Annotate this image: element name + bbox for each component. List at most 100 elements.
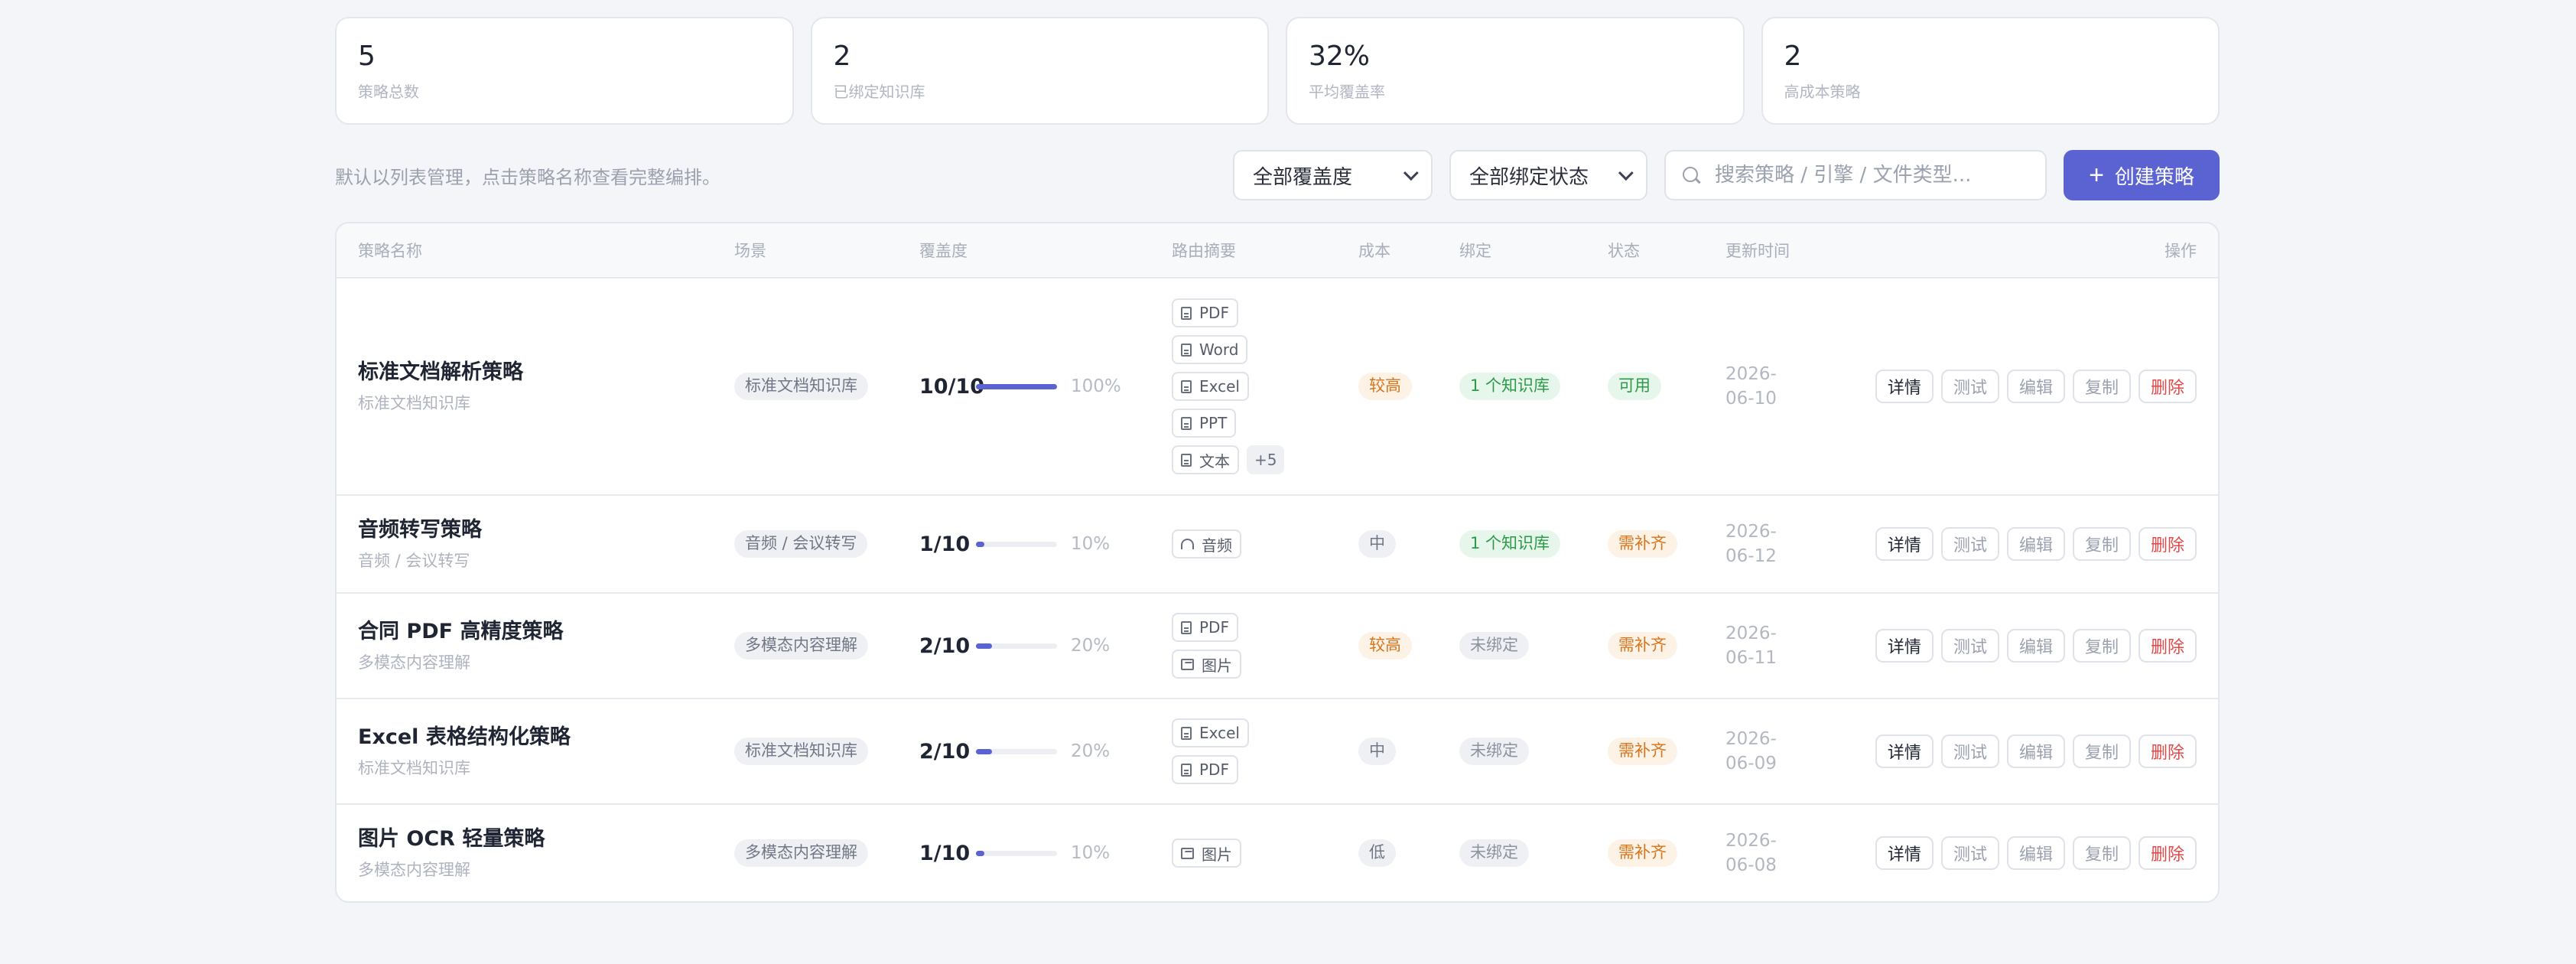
date-month-day: 06-12 bbox=[1725, 546, 1777, 566]
strategy-name-link[interactable]: Excel 表格结构化策略 bbox=[358, 724, 734, 751]
search-box[interactable] bbox=[1664, 150, 2047, 200]
date-year: 2026- bbox=[1725, 831, 1777, 851]
date-year: 2026- bbox=[1725, 624, 1777, 643]
coverage-count: 10/10 bbox=[919, 374, 985, 399]
date-month-day: 06-11 bbox=[1725, 648, 1777, 668]
detail-button[interactable]: 详情 bbox=[1875, 527, 1934, 561]
route-tag-label: PDF bbox=[1199, 760, 1229, 779]
date-year: 2026- bbox=[1725, 729, 1777, 749]
detail-button[interactable]: 详情 bbox=[1875, 370, 1934, 403]
test-button[interactable]: 测试 bbox=[1940, 370, 1999, 403]
test-button[interactable]: 测试 bbox=[1940, 527, 1999, 561]
stat-high-cost: 2 高成本策略 bbox=[1761, 17, 2220, 125]
route-tag: PDF bbox=[1172, 298, 1238, 327]
binding-select[interactable]: 全部绑定状态 bbox=[1449, 150, 1647, 200]
coverage-count: 1/10 bbox=[919, 532, 971, 556]
date-year: 2026- bbox=[1725, 364, 1777, 384]
table-row: 音频转写策略 音频 / 会议转写 音频 / 会议转写 1/10 10% 音频 中… bbox=[337, 496, 2218, 594]
cost-badge: 中 bbox=[1358, 530, 1396, 558]
create-strategy-label: 创建策略 bbox=[2114, 164, 2194, 188]
detail-button[interactable]: 详情 bbox=[1875, 836, 1934, 870]
cost-badge: 中 bbox=[1358, 738, 1396, 765]
binding-select-value: 全部绑定状态 bbox=[1469, 165, 1589, 189]
copy-button[interactable]: 复制 bbox=[2072, 527, 2131, 561]
route-tag: Excel bbox=[1172, 372, 1249, 401]
strategy-name-link[interactable]: 音频转写策略 bbox=[358, 516, 734, 544]
coverage-percent: 20% bbox=[1071, 741, 1111, 761]
stat-avg-coverage: 32% 平均覆盖率 bbox=[1286, 17, 1745, 125]
stats-row: 5 策略总数 2 已绑定知识库 32% 平均覆盖率 2 高成本策略 bbox=[335, 17, 2220, 125]
binding-badge: 1 个知识库 bbox=[1459, 373, 1561, 400]
edit-button[interactable]: 编辑 bbox=[2006, 629, 2065, 663]
header-route: 路由摘要 bbox=[1172, 242, 1236, 260]
date-year: 2026- bbox=[1725, 522, 1777, 542]
stat-value: 32% bbox=[1309, 41, 1371, 72]
file-icon bbox=[1181, 343, 1192, 357]
test-button[interactable]: 测试 bbox=[1940, 629, 1999, 663]
delete-button[interactable]: 删除 bbox=[2138, 370, 2197, 403]
route-tag-label: 音频 bbox=[1202, 536, 1232, 555]
detail-button[interactable]: 详情 bbox=[1875, 629, 1934, 663]
coverage-percent: 10% bbox=[1071, 843, 1111, 863]
scene-pill: 标准文档知识库 bbox=[734, 738, 868, 765]
edit-button[interactable]: 编辑 bbox=[2006, 527, 2065, 561]
status-badge: 可用 bbox=[1608, 373, 1661, 400]
coverage-bar bbox=[976, 643, 1057, 649]
header-scene: 场景 bbox=[734, 242, 766, 260]
route-tag: 图片 bbox=[1172, 839, 1241, 868]
delete-button[interactable]: 删除 bbox=[2138, 527, 2197, 561]
coverage-bar-fill bbox=[976, 748, 993, 754]
delete-button[interactable]: 删除 bbox=[2138, 629, 2197, 663]
test-button[interactable]: 测试 bbox=[1940, 836, 1999, 870]
delete-button[interactable]: 删除 bbox=[2138, 836, 2197, 870]
image-icon bbox=[1181, 847, 1194, 859]
search-icon bbox=[1681, 165, 1701, 185]
route-tag: 音频 bbox=[1172, 529, 1241, 559]
date-month-day: 06-08 bbox=[1725, 855, 1777, 875]
coverage-percent: 10% bbox=[1071, 534, 1111, 554]
copy-button[interactable]: 复制 bbox=[2072, 836, 2131, 870]
search-input[interactable] bbox=[1715, 164, 2030, 187]
edit-button[interactable]: 编辑 bbox=[2006, 370, 2065, 403]
strategy-table: 策略名称 场景 覆盖度 路由摘要 成本 绑定 状态 更新时间 操作 标准文档解析… bbox=[335, 222, 2220, 903]
stat-label: 已绑定知识库 bbox=[833, 83, 925, 101]
coverage-count: 2/10 bbox=[919, 633, 971, 658]
date-month-day: 06-10 bbox=[1725, 389, 1777, 409]
route-tag: 图片 bbox=[1172, 650, 1241, 679]
coverage-bar-fill bbox=[976, 643, 993, 649]
binding-badge: 未绑定 bbox=[1459, 839, 1529, 867]
header-cost: 成本 bbox=[1358, 242, 1390, 260]
coverage-select-value: 全部覆盖度 bbox=[1253, 165, 1353, 189]
coverage-bar-fill bbox=[976, 850, 984, 856]
delete-button[interactable]: 删除 bbox=[2138, 734, 2197, 768]
stat-label: 平均覆盖率 bbox=[1309, 83, 1385, 101]
coverage-select[interactable]: 全部覆盖度 bbox=[1233, 150, 1433, 200]
strategy-name-link[interactable]: 图片 OCR 轻量策略 bbox=[358, 826, 734, 853]
table-header: 策略名称 场景 覆盖度 路由摘要 成本 绑定 状态 更新时间 操作 bbox=[337, 223, 2218, 278]
create-strategy-button[interactable]: + 创建策略 bbox=[2064, 150, 2220, 200]
strategy-subtitle: 音频 / 会议转写 bbox=[358, 552, 470, 570]
image-icon bbox=[1181, 658, 1194, 670]
coverage-percent: 20% bbox=[1071, 636, 1111, 656]
strategy-page: 5 策略总数 2 已绑定知识库 32% 平均覆盖率 2 高成本策略 默认以列表管… bbox=[335, 17, 2220, 903]
edit-button[interactable]: 编辑 bbox=[2006, 734, 2065, 768]
stat-total-strategies: 5 策略总数 bbox=[335, 17, 794, 125]
status-badge: 需补齐 bbox=[1608, 632, 1677, 659]
status-badge: 需补齐 bbox=[1608, 839, 1677, 867]
binding-badge: 1 个知识库 bbox=[1459, 530, 1561, 558]
test-button[interactable]: 测试 bbox=[1940, 734, 1999, 768]
strategy-name-link[interactable]: 标准文档解析策略 bbox=[358, 359, 734, 386]
strategy-name-link[interactable]: 合同 PDF 高精度策略 bbox=[358, 618, 734, 646]
detail-button[interactable]: 详情 bbox=[1875, 734, 1934, 768]
status-badge: 需补齐 bbox=[1608, 530, 1677, 558]
coverage-count: 2/10 bbox=[919, 739, 971, 764]
copy-button[interactable]: 复制 bbox=[2072, 629, 2131, 663]
copy-button[interactable]: 复制 bbox=[2072, 370, 2131, 403]
route-tag: PDF bbox=[1172, 613, 1238, 642]
coverage-bar bbox=[976, 541, 1057, 547]
strategy-subtitle: 标准文档知识库 bbox=[358, 759, 470, 777]
scene-pill: 音频 / 会议转写 bbox=[734, 530, 868, 558]
stat-label: 高成本策略 bbox=[1784, 83, 1861, 101]
edit-button[interactable]: 编辑 bbox=[2006, 836, 2065, 870]
copy-button[interactable]: 复制 bbox=[2072, 734, 2131, 768]
